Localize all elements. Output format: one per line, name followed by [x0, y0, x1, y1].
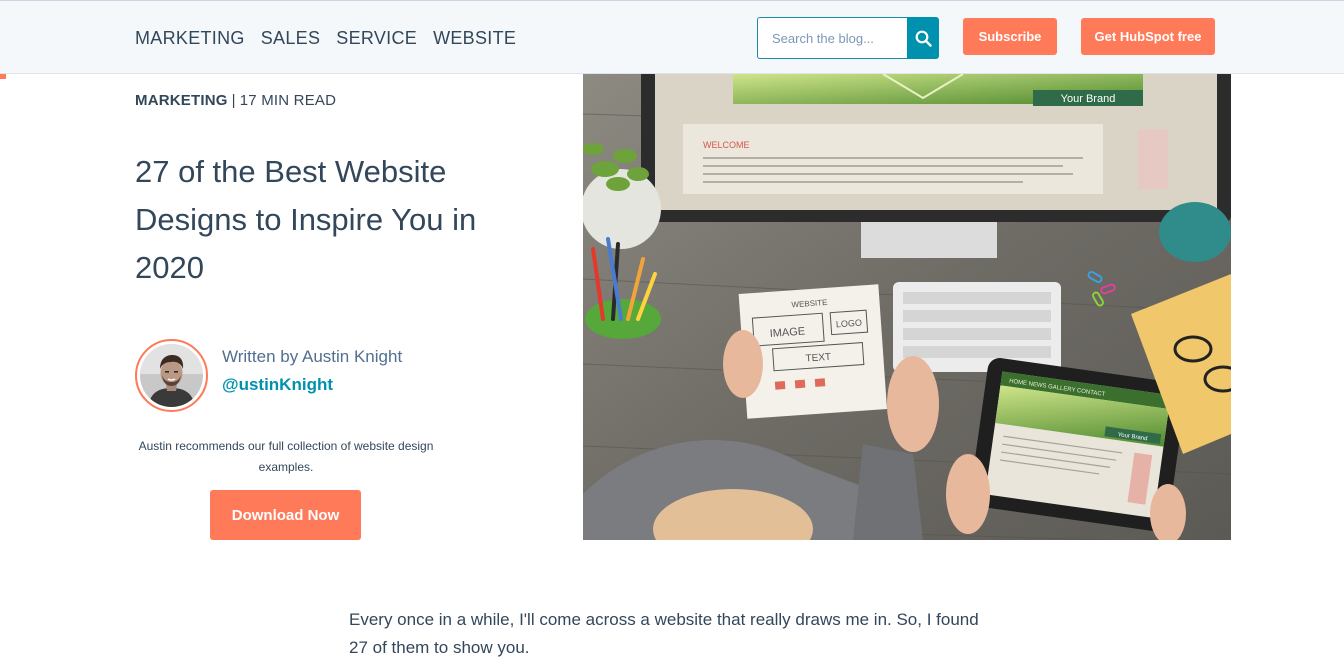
- search-input[interactable]: [757, 17, 907, 59]
- primary-nav: MARKETING SALES SERVICE WEBSITE: [135, 27, 516, 49]
- nav-marketing[interactable]: MARKETING: [135, 27, 245, 49]
- sketch-logo-text: LOGO: [836, 318, 863, 330]
- author-byline: Written by Austin Knight: [222, 347, 403, 366]
- subscribe-button[interactable]: Subscribe: [963, 18, 1057, 55]
- article-title: 27 of the Best Website Designs to Inspir…: [135, 154, 477, 285]
- author-twitter-link[interactable]: @ustinKnight: [222, 375, 333, 395]
- search-icon: [915, 30, 932, 47]
- article-intro-paragraph: Every once in a while, I'll come across …: [349, 610, 979, 657]
- nav-website[interactable]: WEBSITE: [433, 27, 516, 49]
- reading-progress-bar: [0, 74, 6, 79]
- author-photo: [140, 344, 203, 407]
- download-now-button[interactable]: Download Now: [210, 490, 361, 540]
- topic-tag[interactable]: MARKETING: [135, 92, 228, 109]
- author-avatar[interactable]: [135, 339, 208, 412]
- hero-welcome-text: WELCOME: [703, 140, 750, 150]
- site-header: MARKETING SALES SERVICE WEBSITE Subscrib…: [0, 0, 1344, 74]
- meta-separator: |: [231, 92, 236, 109]
- read-time: 17 MIN READ: [239, 92, 337, 109]
- recommendation-text: Austin recommends our full collection of…: [138, 439, 434, 474]
- blog-search: [757, 17, 939, 59]
- nav-sales[interactable]: SALES: [261, 27, 321, 49]
- hero-brand-text: Your Brand: [1061, 93, 1116, 105]
- hero-image: Your Brand WELCOME WEBSITE IMAGE LOGO TE…: [583, 74, 1231, 540]
- get-hubspot-free-button[interactable]: Get HubSpot free: [1081, 18, 1215, 55]
- article-meta: MARKETING | 17 MIN READ: [135, 92, 336, 109]
- nav-service[interactable]: SERVICE: [336, 27, 417, 49]
- sketch-image-text: IMAGE: [769, 326, 805, 340]
- search-button[interactable]: [907, 17, 939, 59]
- sketch-text-text: TEXT: [805, 352, 831, 365]
